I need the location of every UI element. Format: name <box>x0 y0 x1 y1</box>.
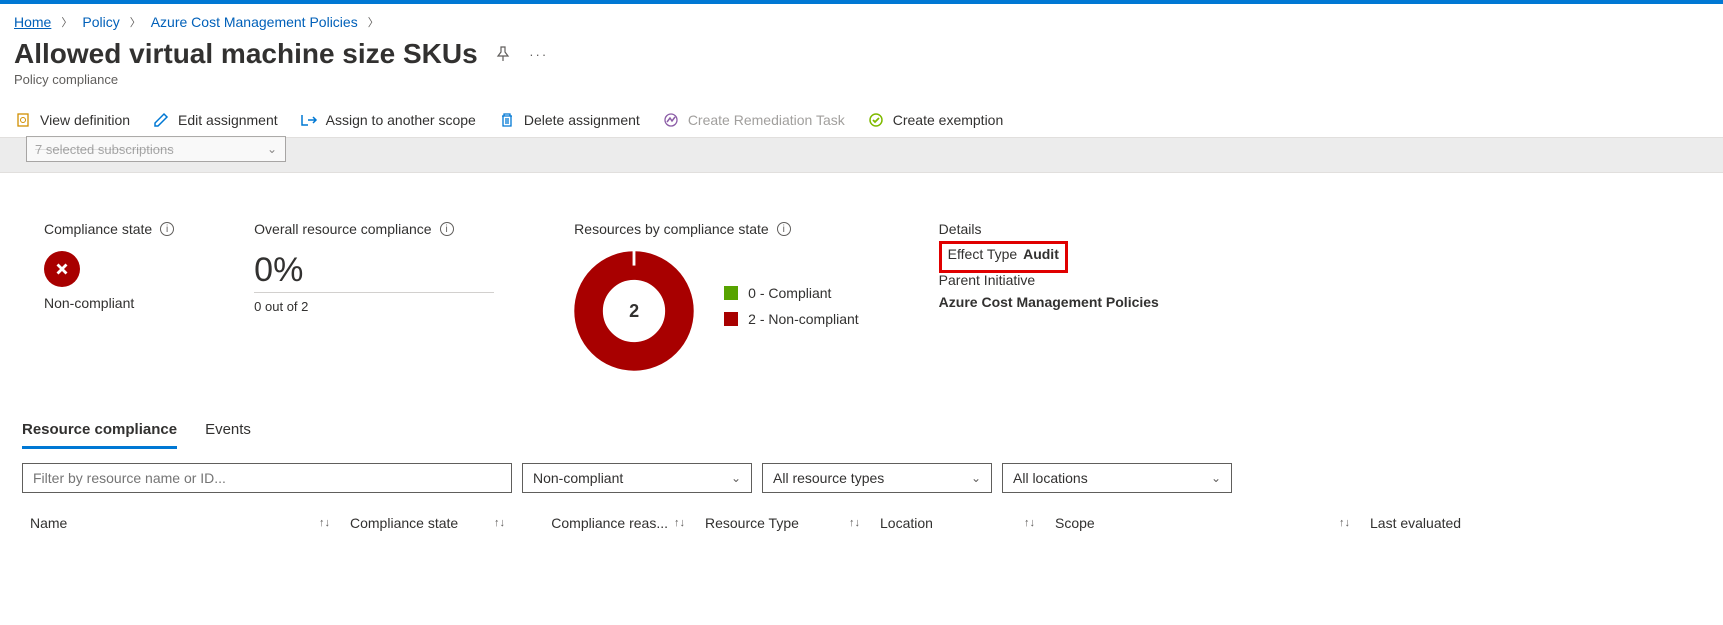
delete-assignment-button[interactable]: Delete assignment <box>498 111 640 129</box>
overall-compliance-sub: 0 out of 2 <box>254 299 494 314</box>
create-remediation-button: Create Remediation Task <box>662 111 845 129</box>
filter-location-value: All locations <box>1013 470 1088 486</box>
sort-icon: ↑↓ <box>494 517 505 529</box>
pin-icon[interactable] <box>492 43 514 65</box>
donut-center-value: 2 <box>574 251 694 371</box>
highlight-annotation: Effect Type Audit <box>939 241 1068 273</box>
delete-assignment-label: Delete assignment <box>524 112 640 128</box>
filter-resource-type-value: All resource types <box>773 470 884 486</box>
sort-icon: ↑↓ <box>1024 517 1035 529</box>
remediation-icon <box>662 111 680 129</box>
column-resource-type-label: Resource Type <box>705 515 799 531</box>
column-scope-label: Scope <box>1055 515 1095 531</box>
tab-events[interactable]: Events <box>205 421 251 449</box>
column-compliance-reason[interactable]: Compliance reas... ↑↓ <box>525 515 685 531</box>
breadcrumb-parent[interactable]: Azure Cost Management Policies <box>151 14 358 30</box>
edit-icon <box>152 111 170 129</box>
compliance-state-card: Compliance state i Non-compliant <box>44 221 174 371</box>
trash-icon <box>498 111 516 129</box>
overall-compliance-card: Overall resource compliance i 0% 0 out o… <box>254 221 494 371</box>
details-title: Details <box>939 221 1159 237</box>
assign-scope-icon <box>300 111 318 129</box>
sort-icon: ↑↓ <box>849 517 860 529</box>
chevron-right-icon: 〉 <box>61 14 72 30</box>
column-location-label: Location <box>880 515 933 531</box>
effect-type-value: Audit <box>1023 246 1059 262</box>
filter-compliance-select[interactable]: Non-compliant ⌄ <box>522 463 752 493</box>
chevron-down-icon: ⌄ <box>971 471 981 485</box>
info-icon[interactable]: i <box>777 222 791 236</box>
column-last-evaluated-label: Last evaluated <box>1370 515 1461 531</box>
parent-initiative-label: Parent Initiative <box>939 272 1036 288</box>
chevron-right-icon: 〉 <box>130 14 141 30</box>
tab-resource-compliance[interactable]: Resource compliance <box>22 421 177 449</box>
filter-name-input[interactable] <box>22 463 512 493</box>
swatch-green-icon <box>724 286 738 300</box>
legend-noncompliant: 2 - Non-compliant <box>724 311 859 327</box>
column-resource-type[interactable]: Resource Type ↑↓ <box>705 515 860 531</box>
view-definition-label: View definition <box>40 112 130 128</box>
filter-resource-type-select[interactable]: All resource types ⌄ <box>762 463 992 493</box>
subscription-selector[interactable]: 7 selected subscriptions ⌄ <box>26 136 286 162</box>
column-compliance-reason-label: Compliance reas... <box>551 515 668 531</box>
column-name[interactable]: Name ↑↓ <box>30 515 330 531</box>
view-definition-button[interactable]: View definition <box>14 111 130 129</box>
more-icon[interactable]: ··· <box>528 43 550 65</box>
assign-to-scope-button[interactable]: Assign to another scope <box>300 111 476 129</box>
legend-compliant-label: 0 - Compliant <box>748 285 831 301</box>
tabs: Resource compliance Events <box>14 421 1709 449</box>
legend-noncompliant-label: 2 - Non-compliant <box>748 311 859 327</box>
effect-type-label: Effect Type <box>948 246 1018 262</box>
column-compliance-state[interactable]: Compliance state ↑↓ <box>350 515 505 531</box>
create-exemption-button[interactable]: Create exemption <box>867 111 1004 129</box>
filter-bar: Non-compliant ⌄ All resource types ⌄ All… <box>14 449 1709 493</box>
info-icon[interactable]: i <box>160 222 174 236</box>
page-title: Allowed virtual machine size SKUs <box>14 38 478 70</box>
chevron-down-icon: ⌄ <box>267 142 277 156</box>
assign-to-scope-label: Assign to another scope <box>326 112 476 128</box>
chevron-down-icon: ⌄ <box>1211 471 1221 485</box>
column-last-evaluated[interactable]: Last evaluated <box>1370 515 1540 531</box>
swatch-red-icon <box>724 312 738 326</box>
edit-assignment-button[interactable]: Edit assignment <box>152 111 278 129</box>
edit-assignment-label: Edit assignment <box>178 112 278 128</box>
table-header-row: Name ↑↓ Compliance state ↑↓ Compliance r… <box>14 493 1709 545</box>
column-location[interactable]: Location ↑↓ <box>880 515 1035 531</box>
create-exemption-label: Create exemption <box>893 112 1004 128</box>
breadcrumb: Home 〉 Policy 〉 Azure Cost Management Po… <box>14 14 1709 30</box>
resources-by-state-title: Resources by compliance state <box>574 221 769 237</box>
sort-icon: ↑↓ <box>1339 517 1350 529</box>
document-icon <box>14 111 32 129</box>
sort-icon: ↑↓ <box>319 517 330 529</box>
breadcrumb-policy[interactable]: Policy <box>82 14 119 30</box>
subscription-selector-label: 7 selected subscriptions <box>35 142 174 157</box>
resources-by-state-card: Resources by compliance state i 2 0 - Co… <box>574 221 859 371</box>
column-name-label: Name <box>30 515 67 531</box>
chevron-down-icon: ⌄ <box>731 471 741 485</box>
info-icon[interactable]: i <box>440 222 454 236</box>
breadcrumb-home[interactable]: Home <box>14 14 51 30</box>
parent-initiative-value: Azure Cost Management Policies <box>939 294 1159 310</box>
column-compliance-state-label: Compliance state <box>350 515 458 531</box>
compliance-state-title: Compliance state <box>44 221 152 237</box>
details-card: Details Effect Type Audit Parent Initiat… <box>939 221 1159 371</box>
overall-compliance-pct: 0% <box>254 251 494 293</box>
noncompliant-badge-icon <box>44 251 80 287</box>
chevron-right-icon: 〉 <box>368 14 379 30</box>
command-bar: View definition Edit assignment Assign t… <box>14 111 1709 137</box>
column-scope[interactable]: Scope ↑↓ <box>1055 515 1350 531</box>
compliance-donut-chart: 2 <box>574 251 694 371</box>
create-remediation-label: Create Remediation Task <box>688 112 845 128</box>
sort-icon: ↑↓ <box>674 517 685 529</box>
filter-compliance-value: Non-compliant <box>533 470 623 486</box>
exemption-icon <box>867 111 885 129</box>
legend-compliant: 0 - Compliant <box>724 285 859 301</box>
page-subtitle: Policy compliance <box>14 72 1709 87</box>
filter-location-select[interactable]: All locations ⌄ <box>1002 463 1232 493</box>
overall-compliance-title: Overall resource compliance <box>254 221 431 237</box>
compliance-state-value: Non-compliant <box>44 295 174 311</box>
